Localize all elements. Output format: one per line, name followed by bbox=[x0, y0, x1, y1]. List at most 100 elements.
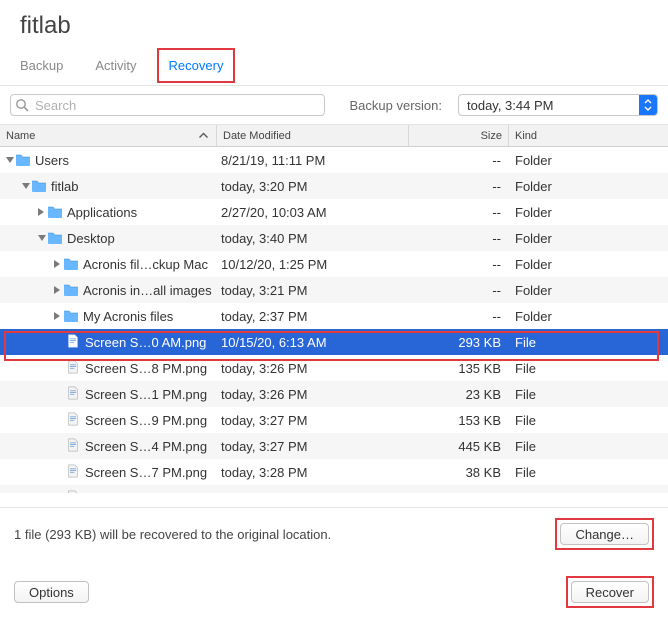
highlight-recovery-tab: Recovery bbox=[157, 48, 236, 83]
file-icon bbox=[65, 386, 85, 403]
header-kind[interactable]: Kind bbox=[509, 125, 668, 146]
tree-file-row[interactable]: Screen S…8 PM.png today, 3:26 PM135 KBFil… bbox=[0, 355, 668, 381]
tree-file-row[interactable]: Screen S…7 PM.pngtoday, 3:28 PM38 KBFile bbox=[0, 459, 668, 485]
item-date: 10/12/20, 1:25 PM bbox=[217, 257, 409, 272]
item-kind: Folder bbox=[509, 205, 668, 220]
item-kind: Folder bbox=[509, 283, 668, 298]
tree-folder-row[interactable]: fitlabtoday, 3:20 PM--Folder bbox=[0, 173, 668, 199]
item-name: fitlab bbox=[51, 179, 78, 194]
search-field[interactable] bbox=[10, 94, 325, 116]
item-kind: Folder bbox=[509, 231, 668, 246]
recover-button[interactable]: Recover bbox=[571, 581, 649, 603]
item-size: -- bbox=[409, 231, 509, 246]
tree-file-row[interactable]: Screen S…9 PM.png today, 3:27 PM153 KBFil… bbox=[0, 407, 668, 433]
item-size: -- bbox=[409, 205, 509, 220]
disclosure-triangle-icon[interactable] bbox=[54, 286, 60, 294]
item-size: 39 KB bbox=[409, 491, 509, 494]
disclosure-triangle-icon[interactable] bbox=[54, 312, 60, 320]
disclosure-triangle-icon[interactable] bbox=[38, 208, 44, 216]
tree-folder-row[interactable]: Desktop today, 3:40 PM--Folder bbox=[0, 225, 668, 251]
backup-version-value: today, 3:44 PM bbox=[467, 98, 553, 113]
item-kind: Folder bbox=[509, 257, 668, 272]
file-icon bbox=[65, 412, 85, 429]
tree-folder-row[interactable]: Acronis in…all imagestoday, 3:21 PM--Fol… bbox=[0, 277, 668, 303]
item-name: Desktop bbox=[67, 231, 115, 246]
disclosure-triangle-icon[interactable] bbox=[6, 157, 14, 163]
item-date: today, 3:21 PM bbox=[217, 283, 409, 298]
file-tree[interactable]: Users8/21/19, 11:11 PM--Folderfitlabtoda… bbox=[0, 147, 668, 493]
tree-file-row[interactable]: Screen S…4 PM.png today, 3:27 PM445 KBFil… bbox=[0, 433, 668, 459]
item-date: 10/15/20, 6:13 AM bbox=[217, 335, 409, 350]
item-name: Screen S…8 PM.png bbox=[85, 361, 207, 376]
tab-backup[interactable]: Backup bbox=[20, 54, 63, 77]
item-date: today, 3:30 PM bbox=[217, 491, 409, 494]
folder-icon bbox=[31, 178, 51, 195]
footer-actions: Options Recover bbox=[0, 576, 668, 608]
item-name: Screen S…4 PM.png bbox=[85, 439, 207, 454]
dropdown-arrow-icon bbox=[639, 95, 657, 115]
tree-file-row[interactable]: Screen S…1 PM.pngtoday, 3:26 PM23 KBFile bbox=[0, 381, 668, 407]
header-date[interactable]: Date Modified bbox=[217, 125, 409, 146]
item-name: Acronis in…all images bbox=[83, 283, 212, 298]
item-size: 445 KB bbox=[409, 439, 509, 454]
item-kind: Folder bbox=[509, 179, 668, 194]
item-name: My Acronis files bbox=[83, 309, 173, 324]
column-headers: Name Date Modified Size Kind bbox=[0, 125, 668, 147]
tree-folder-row[interactable]: My Acronis filestoday, 2:37 PM--Folder bbox=[0, 303, 668, 329]
item-date: today, 3:26 PM bbox=[217, 361, 409, 376]
item-name: Screen S…1 PM.png bbox=[85, 387, 207, 402]
item-name: Acronis fil…ckup Mac bbox=[83, 257, 208, 272]
item-kind: File bbox=[509, 387, 668, 402]
tree-folder-row[interactable]: Users8/21/19, 11:11 PM--Folder bbox=[0, 147, 668, 173]
change-button[interactable]: Change… bbox=[560, 523, 649, 545]
backup-version-select[interactable]: today, 3:44 PM bbox=[458, 94, 658, 116]
backup-version-label: Backup version: bbox=[350, 98, 443, 113]
item-kind: File bbox=[509, 335, 668, 350]
options-button[interactable]: Options bbox=[14, 581, 89, 603]
footer-recovery-info: 1 file (293 KB) will be recovered to the… bbox=[0, 507, 668, 560]
folder-icon bbox=[63, 308, 83, 325]
folder-icon bbox=[63, 282, 83, 299]
folder-icon bbox=[47, 204, 67, 221]
tree-folder-row[interactable]: Applications 2/27/20, 10:03 AM--Folder bbox=[0, 199, 668, 225]
tree-file-row[interactable]: Screen S…7 PM.pngtoday, 3:30 PM39 KBFile bbox=[0, 485, 668, 493]
tab-activity[interactable]: Activity bbox=[95, 54, 136, 77]
folder-icon bbox=[15, 152, 35, 169]
search-input[interactable] bbox=[10, 94, 325, 116]
item-kind: File bbox=[509, 465, 668, 480]
item-date: today, 3:27 PM bbox=[217, 413, 409, 428]
file-icon bbox=[65, 334, 85, 351]
item-size: -- bbox=[409, 153, 509, 168]
item-kind: File bbox=[509, 439, 668, 454]
sort-ascending-icon bbox=[199, 130, 208, 142]
item-kind: File bbox=[509, 361, 668, 376]
file-icon bbox=[65, 438, 85, 455]
item-date: today, 3:40 PM bbox=[217, 231, 409, 246]
folder-icon bbox=[47, 230, 67, 247]
item-date: today, 3:27 PM bbox=[217, 439, 409, 454]
item-date: today, 3:28 PM bbox=[217, 465, 409, 480]
tree-file-row[interactable]: Screen S…0 AM.png10/15/20, 6:13 AM293 KB… bbox=[0, 329, 668, 355]
tree-folder-row[interactable]: Acronis fil…ckup Mac10/12/20, 1:25 PM--F… bbox=[0, 251, 668, 277]
header-name[interactable]: Name bbox=[0, 125, 217, 146]
item-name: Applications bbox=[67, 205, 137, 220]
item-kind: File bbox=[509, 413, 668, 428]
item-size: 135 KB bbox=[409, 361, 509, 376]
search-icon bbox=[15, 98, 29, 112]
tab-recovery[interactable]: Recovery bbox=[169, 54, 224, 77]
item-name: Screen S…9 PM.png bbox=[85, 413, 207, 428]
item-kind: File bbox=[509, 491, 668, 494]
item-name: Users bbox=[35, 153, 69, 168]
disclosure-triangle-icon[interactable] bbox=[38, 235, 46, 241]
item-date: today, 2:37 PM bbox=[217, 309, 409, 324]
disclosure-triangle-icon[interactable] bbox=[54, 260, 60, 268]
item-date: 2/27/20, 10:03 AM bbox=[217, 205, 409, 220]
item-size: -- bbox=[409, 179, 509, 194]
item-kind: Folder bbox=[509, 153, 668, 168]
item-name: Screen S…0 AM.png bbox=[85, 335, 206, 350]
disclosure-triangle-icon[interactable] bbox=[22, 183, 30, 189]
header-size[interactable]: Size bbox=[409, 125, 509, 146]
file-icon bbox=[65, 360, 85, 377]
highlight-recover-button: Recover bbox=[566, 576, 654, 608]
item-size: 153 KB bbox=[409, 413, 509, 428]
